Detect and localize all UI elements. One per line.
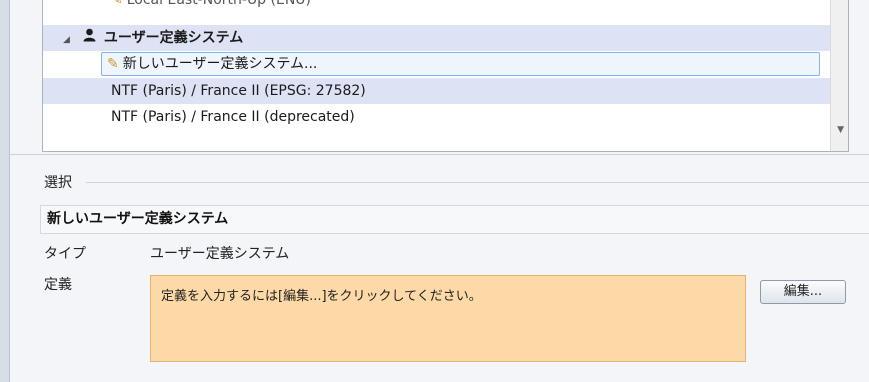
- section-divider: [86, 182, 869, 183]
- new-user-defined-system-item[interactable]: ✎ 新しいユーザー定義システム...: [43, 51, 830, 77]
- list-item-label: 新しいユーザー定義システム...: [122, 56, 318, 72]
- list-item-selected[interactable]: NTF (Paris) / France II (EPSG: 27582): [43, 78, 830, 104]
- list-item-label: NTF (Paris) / France II (EPSG: 27582): [111, 83, 366, 99]
- crs-tree-list[interactable]: ✎ Local East-North-Up (ENU) ◢ ユーザー定義システム ✎…: [42, 0, 849, 152]
- edit-button[interactable]: 編集...: [760, 280, 846, 304]
- list-item-label: Local East-North-Up (ENU): [126, 0, 312, 8]
- definition-hint-text: 定義を入力するには[編集...]をクリックしてください。: [161, 289, 482, 304]
- pencil-icon: ✎: [107, 56, 119, 72]
- definition-label: 定義: [44, 277, 72, 293]
- tree-group-user-defined[interactable]: ◢ ユーザー定義システム: [43, 25, 830, 51]
- list-item-label: NTF (Paris) / France II (deprecated): [111, 109, 355, 125]
- selection-section-title: 選択: [44, 175, 72, 191]
- list-item[interactable]: ✎ Local East-North-Up (ENU): [43, 0, 830, 13]
- left-panel-edge: [0, 0, 10, 382]
- user-icon: [82, 25, 98, 51]
- panel-divider: [8, 154, 869, 155]
- tree-group-label: ユーザー定義システム: [103, 30, 244, 46]
- selected-crs-name: 新しいユーザー定義システム: [40, 205, 869, 234]
- scroll-down-arrow-icon[interactable]: ▼: [837, 125, 844, 135]
- vertical-scrollbar[interactable]: ▼: [830, 0, 848, 151]
- expand-triangle-icon[interactable]: ◢: [63, 35, 70, 45]
- type-label: タイプ: [44, 246, 86, 262]
- definition-text-area[interactable]: 定義を入力するには[編集...]をクリックしてください。: [150, 275, 746, 362]
- list-item[interactable]: NTF (Paris) / France II (deprecated): [43, 104, 830, 130]
- type-value: ユーザー定義システム: [150, 246, 290, 262]
- pencil-icon: ✎: [111, 0, 123, 8]
